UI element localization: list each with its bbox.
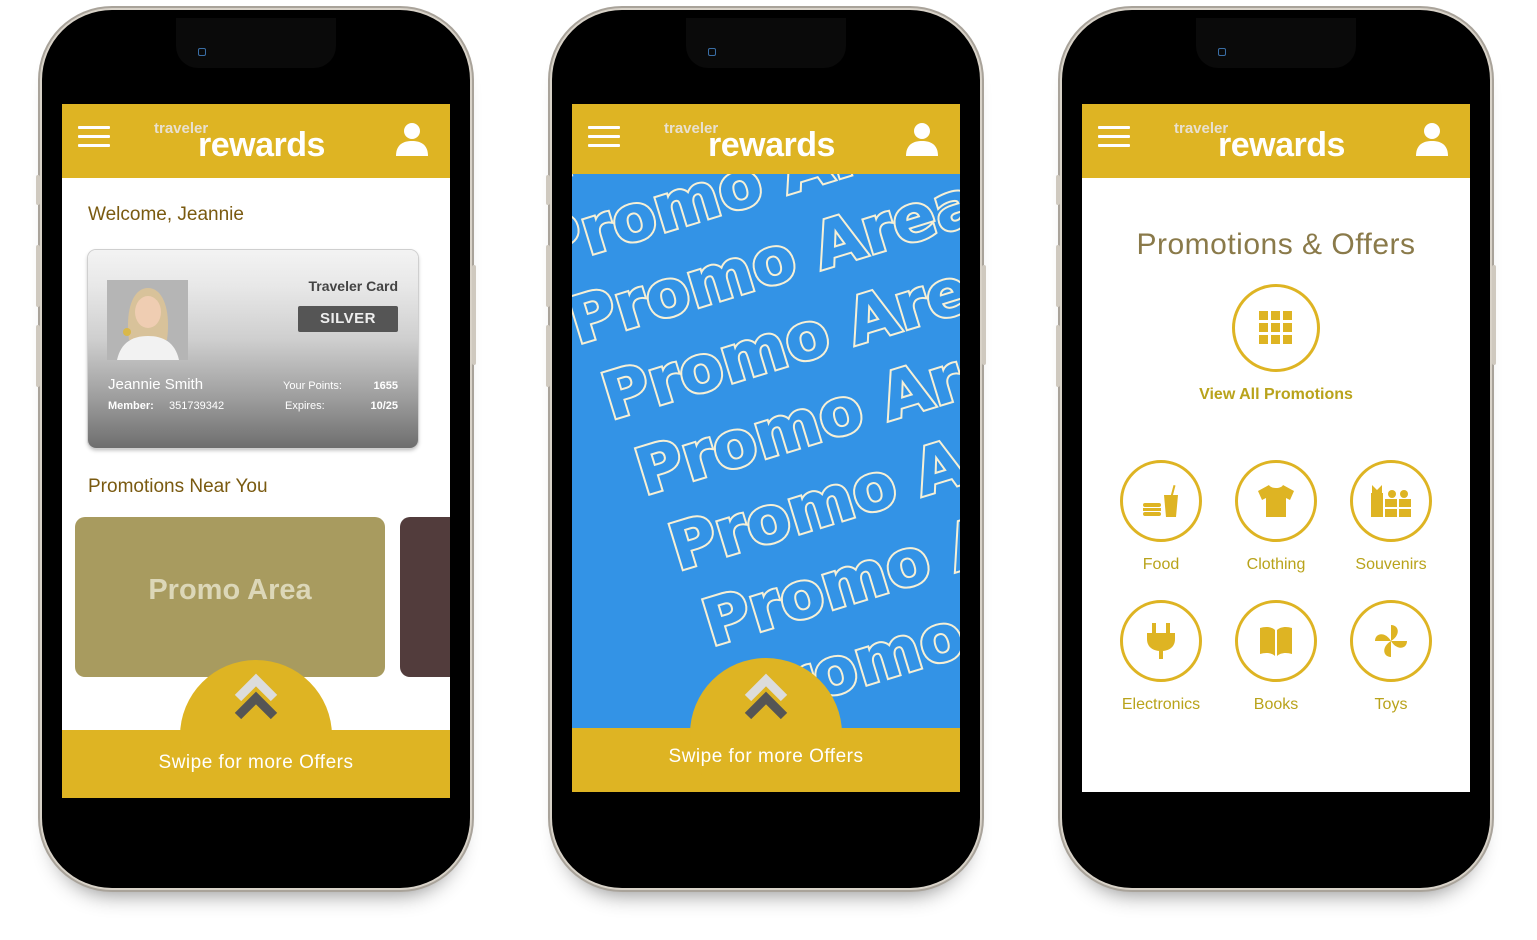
member-id: 351739342 — [169, 400, 225, 412]
volume-down-button — [36, 325, 40, 387]
category-label: Clothing — [1246, 556, 1306, 573]
category-label: Books — [1253, 696, 1299, 713]
app-header: traveler rewards — [62, 104, 450, 178]
promo-banner[interactable]: Promo Area Promo Area Promo Area Promo A… — [572, 174, 960, 734]
category-clothing[interactable]: Clothing — [1221, 460, 1331, 574]
member-photo — [107, 280, 188, 360]
logo: traveler rewards — [154, 118, 354, 168]
category-books[interactable]: Books — [1221, 600, 1331, 714]
user-icon[interactable] — [394, 122, 430, 156]
swipe-text: Swipe for more Offers — [158, 752, 354, 773]
notch — [176, 18, 336, 68]
power-button — [1492, 265, 1496, 365]
chevron-up-icon — [234, 673, 278, 720]
logo-big: rewards — [198, 126, 325, 164]
volume-up-button — [546, 245, 550, 307]
chevron-up-icon — [744, 673, 788, 720]
power-button — [472, 265, 476, 365]
phone-promo: traveler rewards Promo Area Promo Area P… — [546, 10, 986, 888]
member-id-label: Member: — [108, 400, 154, 412]
mute-switch — [546, 175, 550, 205]
swipe-bar[interactable]: Swipe for more Offers — [572, 658, 960, 792]
category-circle — [1350, 460, 1432, 542]
promo-pattern: Promo Area Promo Area Promo Area Promo A… — [572, 174, 960, 734]
notch — [686, 18, 846, 68]
category-label: Food — [1142, 556, 1180, 573]
camera — [708, 48, 716, 56]
volume-down-button — [546, 325, 550, 387]
category-circle — [1120, 460, 1202, 542]
category-electronics[interactable]: Electronics — [1106, 600, 1216, 714]
phone-home: traveler rewards Welcome, Jeannie Travel… — [36, 10, 476, 888]
category-label: Toys — [1374, 696, 1408, 713]
phone-offers: traveler rewards Promotions & Offers Vie… — [1056, 10, 1496, 888]
volume-up-button — [36, 245, 40, 307]
volume-up-button — [1056, 245, 1060, 307]
member-name: Jeannie Smith — [108, 376, 204, 393]
points-value: 1655 — [373, 380, 398, 392]
app-header: traveler rewards — [1082, 104, 1470, 178]
category-circle — [1235, 600, 1317, 682]
power-button — [982, 265, 986, 365]
points-label: Your Points: — [283, 380, 342, 392]
logo: traveler rewards — [1174, 118, 1374, 168]
logo-big: rewards — [1218, 126, 1345, 164]
screen: traveler rewards Welcome, Jeannie Travel… — [62, 104, 450, 798]
book-icon — [1260, 626, 1292, 656]
notch — [1196, 18, 1356, 68]
category-label: Souvenirs — [1355, 556, 1427, 573]
category-food[interactable]: Food — [1106, 460, 1216, 574]
logo-big: rewards — [708, 126, 835, 164]
promotions-heading: Promotions Near You — [88, 476, 268, 497]
screen: traveler rewards Promotions & Offers Vie… — [1082, 104, 1470, 792]
screen: traveler rewards Promo Area Promo Area P… — [572, 104, 960, 792]
user-icon[interactable] — [1414, 122, 1450, 156]
membership-card[interactable]: Traveler Card SILVER Jeannie Smith Membe… — [88, 250, 418, 448]
category-label: Electronics — [1121, 696, 1201, 713]
promo-tile-next[interactable] — [400, 517, 450, 677]
tshirt-icon — [1258, 485, 1294, 517]
category-toys[interactable]: Toys — [1336, 600, 1446, 714]
plug-icon — [1147, 623, 1175, 659]
card-title: Traveler Card — [308, 278, 399, 294]
menu-icon[interactable] — [1098, 126, 1130, 152]
view-all-promotions-button[interactable]: View All Promotions — [1151, 284, 1401, 404]
app-header: traveler rewards — [572, 104, 960, 174]
swipe-handle[interactable] — [180, 660, 332, 798]
menu-icon[interactable] — [78, 126, 110, 152]
menu-icon[interactable] — [588, 126, 620, 152]
swipe-text: Swipe for more Offers — [668, 746, 864, 767]
camera — [1218, 48, 1226, 56]
mute-switch — [36, 175, 40, 205]
grid-icon — [1259, 311, 1292, 344]
promo-tile[interactable]: Promo Area — [75, 517, 385, 677]
volume-down-button — [1056, 325, 1060, 387]
view-all-label: View All Promotions — [1199, 386, 1353, 403]
category-souvenirs[interactable]: Souvenirs — [1336, 460, 1446, 574]
pinwheel-icon — [1375, 625, 1407, 657]
category-circle — [1235, 460, 1317, 542]
camera — [198, 48, 206, 56]
expires-label: Expires: — [285, 400, 325, 412]
tier-badge: SILVER — [298, 306, 398, 332]
page-title: Promotions & Offers — [1136, 228, 1416, 261]
expires-value: 10/25 — [370, 400, 398, 412]
swipe-bar[interactable]: Swipe for more Offers — [62, 660, 450, 798]
user-icon[interactable] — [904, 122, 940, 156]
view-all-circle — [1232, 284, 1320, 372]
mute-switch — [1056, 175, 1060, 205]
gift-icon — [1371, 485, 1411, 517]
welcome-text: Welcome, Jeannie — [88, 204, 244, 225]
category-circle — [1120, 600, 1202, 682]
category-circle — [1350, 600, 1432, 682]
logo: traveler rewards — [664, 118, 864, 168]
food-icon — [1143, 484, 1178, 517]
